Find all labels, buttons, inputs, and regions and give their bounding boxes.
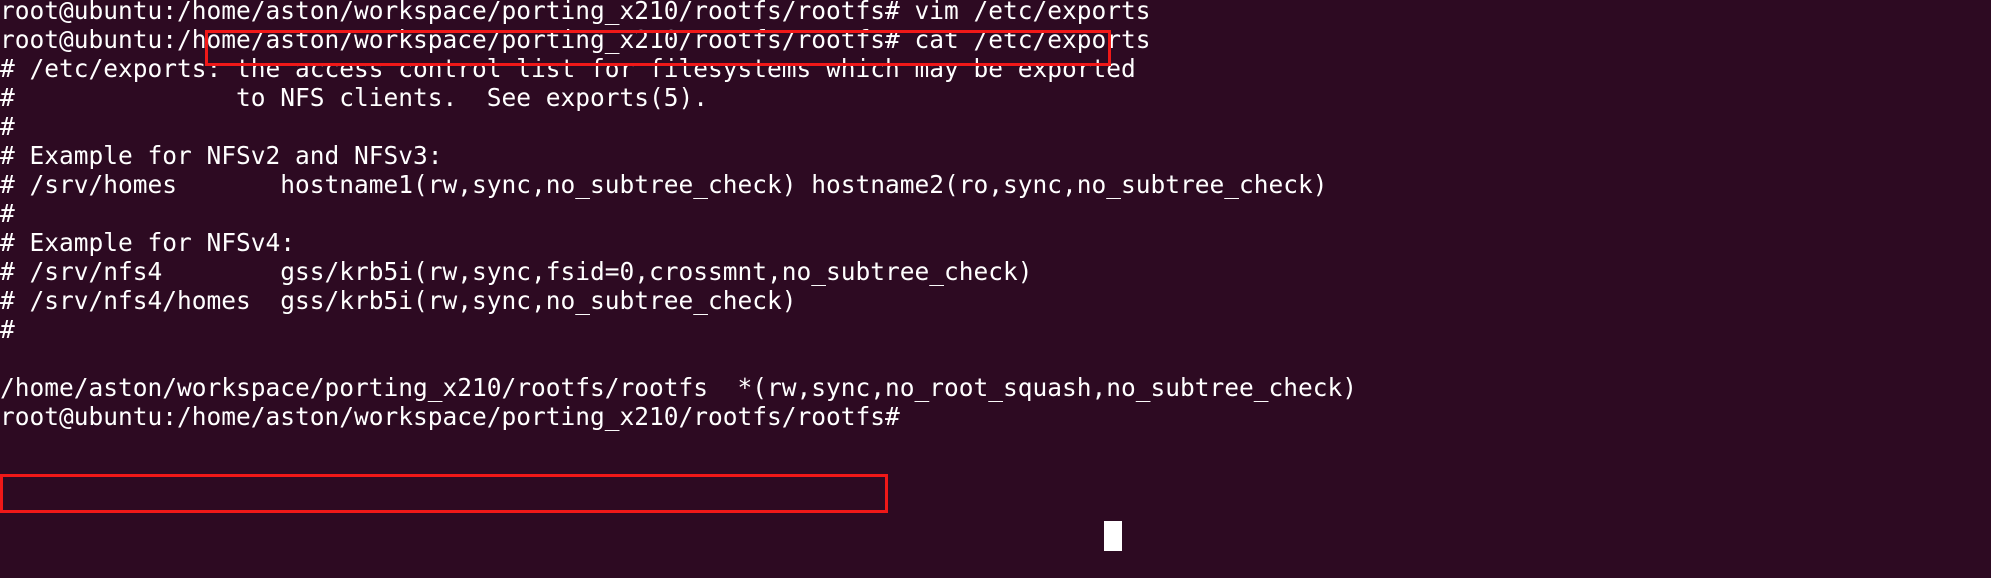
terminal-line-6: # Example for NFSv2 and NFSv3: <box>0 141 443 170</box>
terminal-line-12: # <box>0 315 15 344</box>
terminal-window[interactable]: root@ubuntu:/home/aston/workspace/portin… <box>0 0 1991 578</box>
terminal-line-13 <box>0 344 1991 373</box>
terminal-screen: root@ubuntu:/home/aston/workspace/portin… <box>0 0 1991 431</box>
terminal-line-1: root@ubuntu:/home/aston/workspace/portin… <box>0 0 1151 25</box>
terminal-line-10: # /srv/nfs4 gss/krb5i(rw,sync,fsid=0,cro… <box>0 257 1033 286</box>
terminal-line-9: # Example for NFSv4: <box>0 228 296 257</box>
terminal-line-7: # /srv/homes hostname1(rw,sync,no_subtre… <box>0 170 1328 199</box>
terminal-cursor <box>1104 521 1122 551</box>
terminal-line-5: # <box>0 112 15 141</box>
terminal-line-2: root@ubuntu:/home/aston/workspace/portin… <box>0 25 1151 54</box>
annotation-box-export-path <box>0 474 888 513</box>
terminal-line-15: root@ubuntu:/home/aston/workspace/portin… <box>0 402 915 431</box>
terminal-line-8: # <box>0 199 15 228</box>
terminal-line-4: # to NFS clients. See exports(5). <box>0 83 709 112</box>
terminal-line-14: /home/aston/workspace/porting_x210/rootf… <box>0 373 1358 402</box>
terminal-line-11: # /srv/nfs4/homes gss/krb5i(rw,sync,no_s… <box>0 286 797 315</box>
terminal-line-3: # /etc/exports: the access control list … <box>0 54 1136 83</box>
